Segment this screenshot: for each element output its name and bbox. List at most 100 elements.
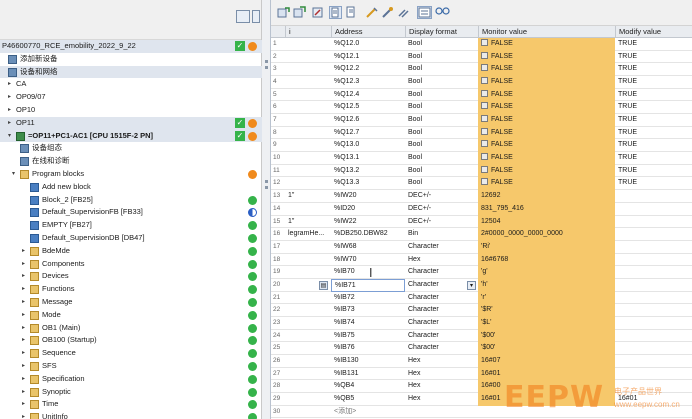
display-format-cell[interactable]: Hex <box>405 380 478 393</box>
name-cell[interactable] <box>285 63 331 76</box>
name-cell[interactable] <box>285 165 331 178</box>
table-row[interactable]: 4 %Q12.3 Bool FALSE TRUE <box>271 76 692 89</box>
table-row[interactable]: 20 %IB71 Character'h' ▤ ▾ <box>271 278 692 292</box>
tree-view-icon[interactable] <box>236 10 250 23</box>
name-cell[interactable] <box>285 139 331 152</box>
tree-item[interactable]: ▸ Message <box>0 296 262 309</box>
address-cell[interactable]: %IB130 <box>331 355 405 368</box>
table-row[interactable]: 15 1" %IW22 DEC+/- 12504 <box>271 215 692 229</box>
expand-arrow-icon[interactable]: ▸ <box>8 78 11 91</box>
table-row[interactable]: 5 %Q12.4 Bool FALSE TRUE <box>271 88 692 102</box>
table-row[interactable]: 1 %Q12.0 Bool FALSE TRUE <box>271 38 692 51</box>
tree-item[interactable]: ▸ OB100 (Startup) <box>0 334 262 347</box>
display-format-cell[interactable]: Hex <box>405 393 478 406</box>
header-display-format[interactable]: Display format <box>405 26 478 38</box>
name-cell[interactable] <box>285 127 331 140</box>
display-format-cell[interactable]: Hex <box>405 254 478 267</box>
name-cell[interactable] <box>285 406 331 419</box>
expand-arrow-icon[interactable]: ▸ <box>22 270 25 283</box>
address-cell[interactable]: %IW70 <box>331 254 405 267</box>
show-hide-columns-icon[interactable] <box>365 6 378 19</box>
name-cell[interactable]: legramHe... <box>285 228 331 241</box>
tree-item[interactable]: ▸ BdeMde <box>0 245 262 258</box>
name-cell[interactable] <box>285 241 331 254</box>
modify-value-cell[interactable] <box>615 266 692 279</box>
display-format-cell[interactable]: Bool <box>405 89 478 102</box>
display-format-cell[interactable]: Bool <box>405 101 478 114</box>
expand-arrow-icon[interactable]: ▸ <box>22 386 25 399</box>
modify-value-cell[interactable] <box>615 216 692 229</box>
monitor-once-icon[interactable] <box>345 6 358 19</box>
modify-value-cell[interactable] <box>615 292 692 305</box>
table-row[interactable]: 19 %IB70 Character'g' <box>271 266 692 279</box>
name-cell[interactable] <box>285 342 331 355</box>
table-row[interactable]: 13 1" %IW20 DEC+/- 12692 <box>271 190 692 203</box>
table-row[interactable]: 10 %Q13.1 Bool FALSE TRUE <box>271 152 692 165</box>
address-cell[interactable]: %QB4 <box>331 380 405 393</box>
expand-arrow-icon[interactable]: ▸ <box>22 309 25 322</box>
expand-arrow-icon[interactable]: ▸ <box>22 283 25 296</box>
name-cell[interactable] <box>285 203 331 216</box>
tree-item[interactable]: ▾ =OP11+PC1-AC1 [CPU 1515F-2 PN] ✓ <box>0 129 262 143</box>
name-cell[interactable] <box>285 355 331 368</box>
address-cell[interactable]: %IB70 <box>331 266 405 279</box>
table-row[interactable]: 11 %Q13.2 Bool FALSE TRUE <box>271 164 692 178</box>
address-cell[interactable]: %Q13.2 <box>331 165 405 178</box>
tree-item[interactable]: ▸ CA <box>0 78 262 91</box>
table-row[interactable]: 7 %Q12.6 Bool FALSE TRUE <box>271 114 692 127</box>
tree-item[interactable]: ▸ Functions <box>0 283 262 296</box>
modify-value-cell[interactable]: TRUE <box>615 89 692 102</box>
header-monitor-value[interactable]: Monitor value <box>478 26 615 38</box>
display-format-cell[interactable]: Character <box>405 241 478 254</box>
modify-value-cell[interactable] <box>615 228 692 241</box>
address-cell[interactable]: %DB250.DBW82 <box>331 228 405 241</box>
name-cell[interactable] <box>285 292 331 305</box>
table-row[interactable]: 6 %Q12.5 Bool FALSE TRUE <box>271 101 692 115</box>
tree-item[interactable]: ▸ UnitInfo <box>0 411 262 419</box>
tree-item[interactable]: 添加新设备 <box>0 53 262 66</box>
tree-item[interactable]: ▾ Program blocks <box>0 168 262 181</box>
table-row[interactable]: 17 %IW68 Character 'Ri' <box>271 240 692 254</box>
address-cell[interactable]: %IB72 <box>331 292 405 305</box>
table-row[interactable]: 8 %Q12.7 Bool FALSE TRUE <box>271 126 692 140</box>
display-format-cell[interactable]: Bool <box>405 114 478 127</box>
display-format-cell[interactable]: Hex <box>405 368 478 381</box>
format-dropdown-icon[interactable]: ▾ <box>467 280 476 290</box>
address-cell[interactable]: %IB74 <box>331 317 405 330</box>
address-cell[interactable]: <添加> <box>331 406 405 419</box>
modify-value-cell[interactable] <box>615 190 692 203</box>
modify-value-cell[interactable] <box>615 279 692 292</box>
force-icon[interactable] <box>311 6 324 19</box>
expand-arrow-icon[interactable]: ▸ <box>8 117 11 130</box>
name-cell[interactable] <box>285 152 331 165</box>
table-row[interactable]: 18 %IW70 Hex 16#6768 <box>271 253 692 267</box>
expand-arrow-icon[interactable]: ▸ <box>22 322 25 335</box>
name-cell[interactable] <box>285 101 331 114</box>
name-cell[interactable] <box>285 317 331 330</box>
tree-options-icon[interactable] <box>252 10 260 23</box>
expand-arrow-icon[interactable]: ▸ <box>22 398 25 411</box>
address-cell[interactable]: %Q12.1 <box>331 51 405 64</box>
name-cell[interactable] <box>285 380 331 393</box>
modify-value-cell[interactable]: TRUE <box>615 127 692 140</box>
name-cell[interactable] <box>285 89 331 102</box>
modify-value-cell[interactable]: TRUE <box>615 38 692 51</box>
display-format-cell[interactable]: Character <box>405 330 478 343</box>
address-cell[interactable]: %Q13.3 <box>331 177 405 190</box>
name-cell[interactable] <box>285 266 331 279</box>
modify-value-cell[interactable]: TRUE <box>615 63 692 76</box>
modify-value-cell[interactable]: TRUE <box>615 165 692 178</box>
header-name[interactable]: i <box>285 26 331 38</box>
display-format-cell[interactable]: Bool <box>405 177 478 190</box>
name-cell[interactable]: 1" <box>285 216 331 229</box>
table-row[interactable]: 3 %Q12.2 Bool FALSE TRUE <box>271 63 692 77</box>
expand-arrow-icon[interactable]: ▸ <box>22 373 25 386</box>
tree-item[interactable]: EMPTY [FB27] <box>0 219 262 232</box>
address-cell[interactable]: %ID20 <box>331 203 405 216</box>
display-format-cell[interactable]: Bool <box>405 127 478 140</box>
name-cell[interactable] <box>285 304 331 317</box>
address-cell[interactable]: %IB75 <box>331 330 405 343</box>
display-format-cell[interactable]: Character <box>405 342 478 355</box>
display-format-cell[interactable]: Bool <box>405 51 478 64</box>
address-cell[interactable]: %Q13.1 <box>331 152 405 165</box>
